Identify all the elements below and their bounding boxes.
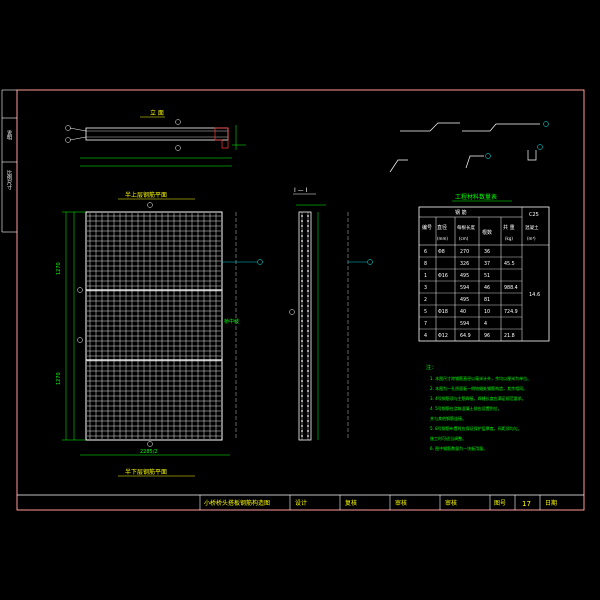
table-cell-cnt: 10 xyxy=(484,309,490,315)
section-title: I — I xyxy=(294,187,308,194)
table-cell-dia: Φ18 xyxy=(438,309,448,315)
table-cell-cnt: 51 xyxy=(484,273,490,279)
title-date-label: 日期 xyxy=(545,499,557,507)
note-line: 4. 5号钢筋在浇筑混凝土前应设置到位， xyxy=(430,405,502,411)
table-cell-len: 64.9 xyxy=(460,333,471,339)
title-check: 复核 xyxy=(345,499,357,507)
table-header-total: 共 重 xyxy=(503,224,515,231)
title-approve-2: 审核 xyxy=(445,499,457,507)
table-cell-cnt: 37 xyxy=(484,261,490,267)
table-header-diameter: 直径 xyxy=(437,224,447,231)
table-cell-wt: 45.5 xyxy=(504,261,515,267)
table-cell-len: 495 xyxy=(460,297,469,303)
table-concrete-value: 14.6 xyxy=(529,292,540,298)
table-cell-len: 40 xyxy=(460,309,466,315)
note-line: 并与其他钢筋连接。 xyxy=(430,415,466,421)
table-cell-wt: 724.9 xyxy=(504,309,518,315)
drawing-canvas: 说明 比例尺寸 立 面 半上层钢筋平面 1270 1270 2285/2 半下层… xyxy=(0,0,600,600)
table-cell-cnt: 46 xyxy=(484,285,490,291)
note-line: 1. 本图尺寸除钢筋直径以毫米计外，余均以厘米为单位。 xyxy=(430,375,531,381)
left-strip-cell-2: 比例尺寸 xyxy=(6,169,12,190)
table-header-count: 根数 xyxy=(482,229,492,236)
note-line: 6. 图中钢筋数量为一块板用量。 xyxy=(430,445,487,451)
title-approve-1: 审核 xyxy=(395,499,407,507)
table-cell-cnt: 81 xyxy=(484,297,490,303)
notes-heading: 注： xyxy=(426,364,436,371)
table-cell-cnt: 4 xyxy=(484,321,487,327)
table-header-total-unit: (kg) xyxy=(505,236,513,241)
table-cell-wt: 988.4 xyxy=(504,285,518,291)
table-cell-len: 270 xyxy=(460,249,469,255)
table-header-concrete: 混凝土 xyxy=(525,224,539,231)
table-header-concrete-grade: C25 xyxy=(529,212,539,218)
top-plan-title: 半上层钢筋平面 xyxy=(125,191,167,199)
table-header-diameter-unit: (mm) xyxy=(437,236,448,241)
table-cell-no: 6 xyxy=(424,249,427,255)
note-line: 施工时可适当调整。 xyxy=(430,435,466,441)
table-header-no: 编号 xyxy=(422,224,432,231)
table-cell-dia: Φ12 xyxy=(438,333,448,339)
plan-bottom-dim-label: 2285/2 xyxy=(140,449,158,455)
table-cell-no: 7 xyxy=(424,321,427,327)
table-header-length-unit: (cm) xyxy=(459,236,469,241)
table-cell-cnt: 96 xyxy=(484,333,490,339)
title-sheet-no: 17 xyxy=(522,500,531,508)
table-cell-len: 495 xyxy=(460,273,469,279)
table-header-group: 钢 筋 xyxy=(455,209,467,216)
note-line: 3. 4号钢筋须与主筋焊接，焊缝长度应满足规范要求。 xyxy=(430,395,526,401)
table-cell-cnt: 36 xyxy=(484,249,490,255)
note-line: 5. 8号钢筋布置时应保证保护层厚度，间距须均匀， xyxy=(430,425,522,431)
table-title: 工程材料数量表 xyxy=(455,193,497,201)
title-design: 设计 xyxy=(295,499,307,507)
title-sheet-label: 图号 xyxy=(494,500,506,507)
plan-side-label: 桥中线 xyxy=(224,318,239,325)
table-cell-wt: 21.8 xyxy=(504,333,515,339)
table-header-concrete-unit: (m³) xyxy=(527,236,536,241)
left-strip-cell-1: 说明 xyxy=(6,129,12,141)
table-cell-no: 3 xyxy=(424,285,427,291)
table-cell-no: 8 xyxy=(424,261,427,267)
drawing-title: 小桥桥头搭板钢筋构造图 xyxy=(204,499,270,507)
table-cell-no: 1 xyxy=(424,273,427,279)
table-cell-no: 5 xyxy=(424,309,427,315)
table-cell-no: 4 xyxy=(424,333,427,339)
elevation-title: 立 面 xyxy=(150,109,164,117)
plan-left-dim-label-2: 1270 xyxy=(56,372,62,385)
table-cell-no: 2 xyxy=(424,297,427,303)
note-line: 2. 本图为一孔桥面板一侧铰缝处钢筋构造，其余相同。 xyxy=(430,385,527,391)
table-cell-len: 326 xyxy=(460,261,469,267)
table-cell-len: 594 xyxy=(460,285,469,291)
table-cell-len: 594 xyxy=(460,321,469,327)
plan-left-dim-label: 1270 xyxy=(56,262,62,275)
bottom-plan-title: 半下层钢筋平面 xyxy=(125,468,167,476)
table-header-length: 每根长度 xyxy=(457,224,475,231)
table-cell-dia: Φ8 xyxy=(438,249,445,255)
table-cell-dia: Φ16 xyxy=(438,273,448,279)
